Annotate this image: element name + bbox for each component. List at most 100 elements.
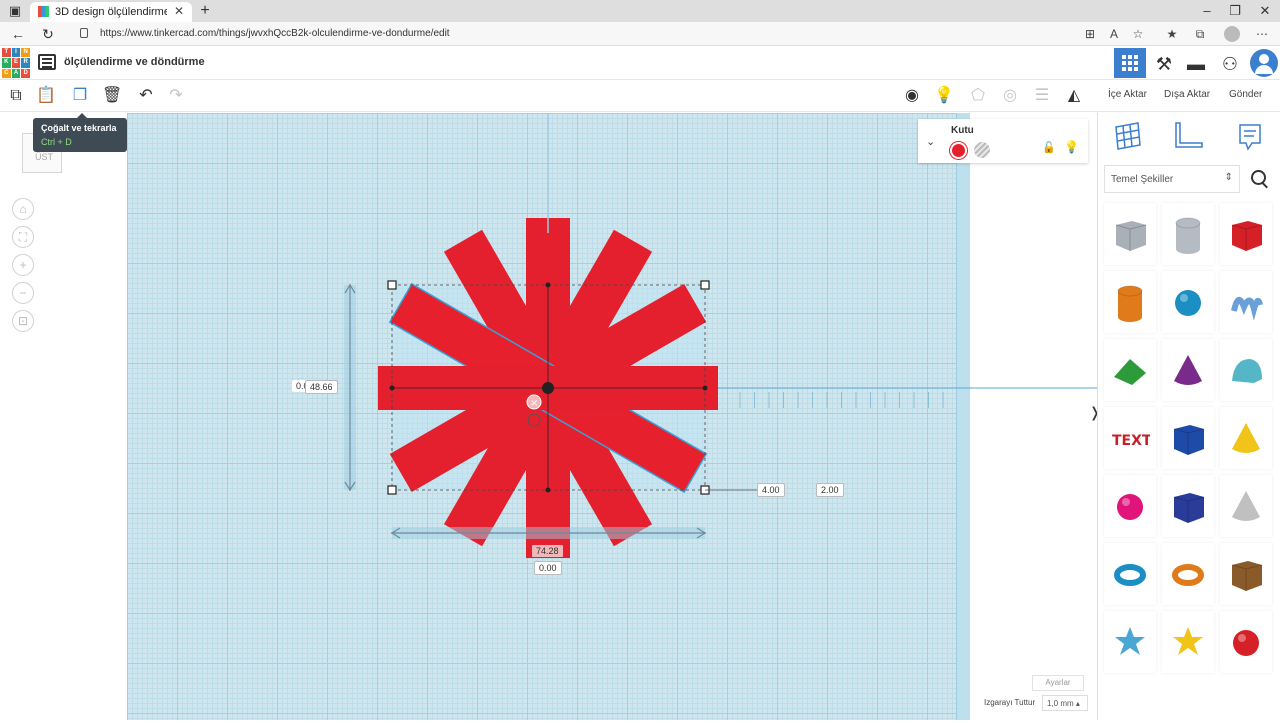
scene: × bbox=[344, 113, 1097, 558]
rotate-handle-icon: × bbox=[530, 398, 538, 409]
box-hole-icon bbox=[1115, 221, 1147, 251]
new-tab-icon[interactable]: + bbox=[196, 2, 214, 20]
shape-cylinder-hole[interactable] bbox=[1162, 203, 1214, 265]
ungroup-icon[interactable]: ◎ bbox=[1000, 86, 1020, 106]
lock-icon[interactable]: 🔓 bbox=[1042, 141, 1056, 155]
shape-category-select[interactable]: Temel Şekiller ⇕ bbox=[1104, 165, 1240, 193]
3d-view-button[interactable] bbox=[1114, 48, 1146, 78]
build-pickaxe-button[interactable]: ⚒ bbox=[1148, 48, 1180, 78]
shape-wedge[interactable] bbox=[1220, 543, 1272, 605]
shape-torus[interactable] bbox=[1104, 543, 1156, 605]
shape-tube[interactable] bbox=[1162, 543, 1214, 605]
send-button[interactable]: Gönder bbox=[1229, 89, 1262, 100]
design-title[interactable]: ölçülendirme ve döndürme bbox=[64, 56, 205, 68]
delete-trash-icon[interactable]: 🗑 bbox=[102, 86, 122, 106]
logo-letter: R bbox=[21, 58, 30, 68]
maximize-icon[interactable]: ❐ bbox=[1226, 2, 1244, 20]
minimize-icon[interactable]: – bbox=[1198, 2, 1216, 20]
designs-list-icon[interactable] bbox=[38, 54, 56, 70]
export-button[interactable]: Dışa Aktar bbox=[1164, 89, 1210, 100]
canvas-area[interactable]: ÜST ⌂ ⛶ + − ⊡ × 0.0 48.66 74.28 0.00 4.0… bbox=[0, 113, 1097, 720]
right-offset-dimension-1[interactable]: 4.00 bbox=[757, 483, 785, 497]
shape-icosahedron[interactable] bbox=[1220, 611, 1272, 673]
z-offset-dimension[interactable]: 0.00 bbox=[534, 561, 562, 575]
length-dimension[interactable]: 74.28 bbox=[531, 544, 564, 558]
close-tab-icon[interactable]: ✕ bbox=[174, 4, 184, 18]
round-roof-icon bbox=[1232, 359, 1262, 383]
copy-icon[interactable]: ⧉ bbox=[6, 86, 26, 106]
half-sphere-icon bbox=[1117, 494, 1143, 520]
group-icon[interactable]: ⬠ bbox=[968, 86, 988, 106]
collections-icon[interactable]: ⧉ bbox=[1192, 27, 1208, 43]
workplane-grid-icon bbox=[1115, 122, 1141, 150]
close-window-icon[interactable]: ✕ bbox=[1256, 2, 1274, 20]
corner-handle bbox=[387, 280, 397, 290]
back-icon[interactable]: ← bbox=[10, 26, 26, 42]
hole-swatch[interactable] bbox=[974, 142, 990, 158]
height-dimension[interactable]: 48.66 bbox=[305, 380, 338, 394]
shape-box[interactable] bbox=[1220, 203, 1272, 265]
import-button[interactable]: İçe Aktar bbox=[1108, 89, 1147, 100]
favorites-icon[interactable]: ★ bbox=[1164, 27, 1180, 43]
shape-scribble[interactable] bbox=[1220, 271, 1272, 333]
light-bulb-icon[interactable]: 💡 bbox=[934, 86, 954, 106]
app-header: TINKERCAD ölçülendirme ve döndürme ⚒ ▬ ⚇ bbox=[0, 46, 1280, 80]
browser-tab[interactable]: 3D design ölçülendirme ve döndü ✕ bbox=[30, 2, 192, 22]
notes-visibility-icon[interactable]: ◉ bbox=[902, 86, 922, 106]
length-dimension-band bbox=[392, 527, 705, 539]
more-icon[interactable]: ⋯ bbox=[1254, 27, 1270, 43]
browser-profile-avatar[interactable] bbox=[1224, 26, 1240, 42]
settings-button[interactable]: Ayarlar bbox=[1032, 675, 1084, 691]
shape-cylinder[interactable] bbox=[1104, 271, 1156, 333]
workplane-tab[interactable] bbox=[1110, 119, 1146, 155]
logo-letter: I bbox=[11, 48, 21, 58]
paraboloid-icon bbox=[1232, 491, 1260, 521]
undo-icon[interactable]: ↶ bbox=[136, 86, 156, 106]
shape-star-gold[interactable] bbox=[1162, 611, 1214, 673]
paste-icon[interactable]: 📋 bbox=[36, 86, 56, 106]
shape-sphere[interactable] bbox=[1162, 271, 1214, 333]
snap-grid-select[interactable]: 1,0 mm ▴ bbox=[1042, 695, 1088, 711]
shape-paraboloid[interactable] bbox=[1220, 475, 1272, 537]
shape-text[interactable]: TEXT bbox=[1104, 407, 1156, 469]
redo-icon[interactable]: ↷ bbox=[166, 86, 186, 106]
shape-star[interactable] bbox=[1104, 611, 1156, 673]
shape-half-sphere[interactable] bbox=[1104, 475, 1156, 537]
shape-pyramid[interactable] bbox=[1220, 407, 1272, 469]
shapes-panel: Temel Şekiller ⇕ TEXT bbox=[1097, 113, 1280, 720]
shape-hexagonal-prism[interactable] bbox=[1162, 475, 1214, 537]
add-user-icon: ⚇ bbox=[1221, 54, 1239, 74]
align-icon[interactable]: ☰ bbox=[1032, 86, 1052, 106]
app-available-icon[interactable]: ⊞ bbox=[1082, 27, 1098, 43]
right-offset-dimension-2[interactable]: 2.00 bbox=[816, 483, 844, 497]
torus-icon bbox=[1114, 564, 1146, 586]
mirror-icon[interactable]: ◭ bbox=[1064, 86, 1084, 106]
invite-user-button[interactable]: ⚇ bbox=[1214, 48, 1246, 78]
user-avatar[interactable] bbox=[1250, 49, 1278, 77]
shape-round-roof[interactable] bbox=[1220, 339, 1272, 401]
shape-polygon[interactable] bbox=[1162, 407, 1214, 469]
solid-color-swatch[interactable] bbox=[950, 142, 967, 159]
shape-roof[interactable] bbox=[1104, 339, 1156, 401]
polygon-icon bbox=[1173, 425, 1205, 455]
refresh-icon[interactable]: ↻ bbox=[40, 26, 56, 42]
bricks-button[interactable]: ▬ bbox=[1180, 48, 1212, 78]
shape-cone[interactable] bbox=[1162, 339, 1214, 401]
lock-icon bbox=[80, 28, 88, 38]
add-favorite-icon[interactable]: ☆ bbox=[1130, 27, 1146, 43]
duplicate-icon[interactable]: ❐ bbox=[70, 86, 90, 106]
shape-box-hole[interactable] bbox=[1104, 203, 1156, 265]
notes-tab[interactable] bbox=[1232, 119, 1268, 155]
read-aloud-icon[interactable]: A bbox=[1106, 27, 1122, 43]
ruler-tab[interactable] bbox=[1170, 119, 1206, 155]
logo-letter: N bbox=[21, 48, 30, 58]
box-icon bbox=[1231, 221, 1263, 251]
tinkercad-logo[interactable]: TINKERCAD bbox=[2, 48, 30, 78]
light-bulb-icon[interactable]: 💡 bbox=[1064, 140, 1079, 154]
toolbar: ⧉ 📋 ❐ 🗑 ↶ ↷ ◉ 💡 ⬠ ◎ ☰ ◭ İçe Aktar Dışa A… bbox=[0, 80, 1280, 112]
search-icon[interactable] bbox=[1244, 165, 1274, 193]
browser-tab-title: 3D design ölçülendirme ve döndü bbox=[55, 6, 167, 18]
inspector-collapse-chevron-icon[interactable]: ⌄ bbox=[926, 135, 935, 148]
tab-actions-icon[interactable]: ▣ bbox=[6, 2, 24, 20]
url-field[interactable]: https://www.tinkercad.com/things/jwvxhQc… bbox=[70, 24, 1070, 44]
